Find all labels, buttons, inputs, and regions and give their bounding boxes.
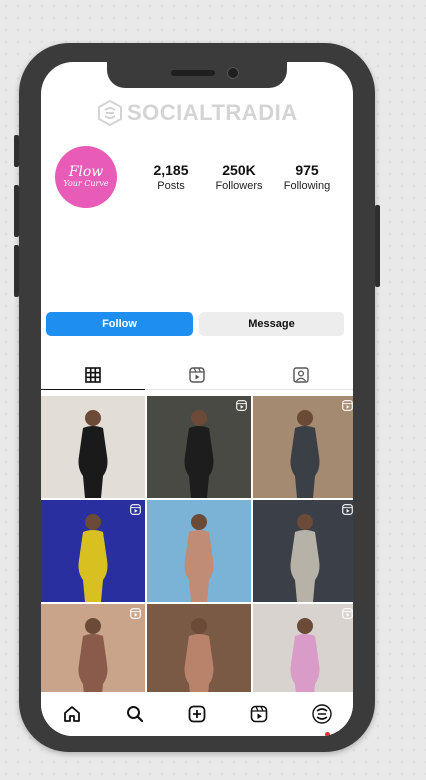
phone-screen: SOCIALTRADIA Flow Your Curve 2,185 Posts… xyxy=(41,62,353,736)
stat-label: Posts xyxy=(157,180,185,192)
post-thumbnail[interactable] xyxy=(253,604,353,706)
profile-tabs xyxy=(41,360,353,390)
watermark-logo-icon xyxy=(98,100,122,126)
nav-reels[interactable] xyxy=(248,703,270,725)
stat-value: 2,185 xyxy=(153,162,189,178)
reel-badge-icon xyxy=(342,608,353,619)
follow-button[interactable]: Follow xyxy=(46,312,193,336)
post-grid xyxy=(41,396,353,706)
person-silhouette xyxy=(290,514,320,602)
reel-badge-icon xyxy=(130,608,141,619)
stat-label: Followers xyxy=(215,180,263,192)
bottom-nav xyxy=(41,692,353,736)
person-silhouette xyxy=(78,410,108,498)
watermark-text: SOCIALTRADIA xyxy=(127,100,298,125)
message-button[interactable]: Message xyxy=(199,312,344,336)
post-thumbnail[interactable] xyxy=(253,500,353,602)
tab-tagged[interactable] xyxy=(249,360,353,390)
tab-reels[interactable] xyxy=(145,360,249,390)
nav-search[interactable] xyxy=(124,703,146,725)
watermark: SOCIALTRADIA xyxy=(97,100,298,126)
post-thumbnail[interactable] xyxy=(41,396,145,498)
grid-icon xyxy=(85,366,101,383)
stat-label: Following xyxy=(283,180,331,192)
stat-value: 975 xyxy=(295,162,319,178)
home-icon xyxy=(64,706,81,722)
tagged-icon xyxy=(293,366,309,383)
person-silhouette xyxy=(78,514,108,602)
reel-badge-icon xyxy=(130,504,141,515)
reel-badge-icon xyxy=(342,400,353,411)
post-thumbnail[interactable] xyxy=(41,500,145,602)
nav-create[interactable] xyxy=(186,703,208,725)
notification-dot xyxy=(325,732,330,736)
reel-badge-icon xyxy=(236,400,247,411)
add-post-icon xyxy=(188,705,206,723)
reels-icon xyxy=(189,366,205,383)
person-silhouette xyxy=(290,410,320,498)
stat-posts[interactable]: 2,185 Posts xyxy=(137,162,205,192)
reels-icon xyxy=(251,705,268,723)
avatar-line1: Flow xyxy=(68,164,104,180)
profile-stats: 2,185 Posts 250K Followers 975 Following xyxy=(137,162,341,192)
post-thumbnail[interactable] xyxy=(147,604,251,706)
search-icon xyxy=(126,706,143,723)
stat-following[interactable]: 975 Following xyxy=(273,162,341,192)
phone-side-button xyxy=(14,245,19,297)
post-thumbnail[interactable] xyxy=(41,604,145,706)
post-thumbnail[interactable] xyxy=(147,396,251,498)
camera xyxy=(227,67,239,79)
notch xyxy=(107,62,287,88)
tab-posts[interactable] xyxy=(41,360,145,390)
phone-side-button xyxy=(14,135,19,167)
nav-profile[interactable] xyxy=(311,703,333,725)
avatar[interactable]: Flow Your Curve xyxy=(55,146,117,208)
stat-value: 250K xyxy=(222,162,256,178)
reel-badge-icon xyxy=(342,504,353,515)
post-thumbnail[interactable] xyxy=(147,500,251,602)
phone-power-button xyxy=(375,205,380,287)
avatar-line2: Your Curve xyxy=(63,179,109,188)
nav-home[interactable] xyxy=(61,703,83,725)
stat-followers[interactable]: 250K Followers xyxy=(205,162,273,192)
person-silhouette xyxy=(184,410,214,498)
person-silhouette xyxy=(184,514,214,602)
post-thumbnail[interactable] xyxy=(253,396,353,498)
phone-side-button xyxy=(14,185,19,237)
speaker xyxy=(171,70,215,76)
profile-avatar-icon xyxy=(312,704,332,724)
